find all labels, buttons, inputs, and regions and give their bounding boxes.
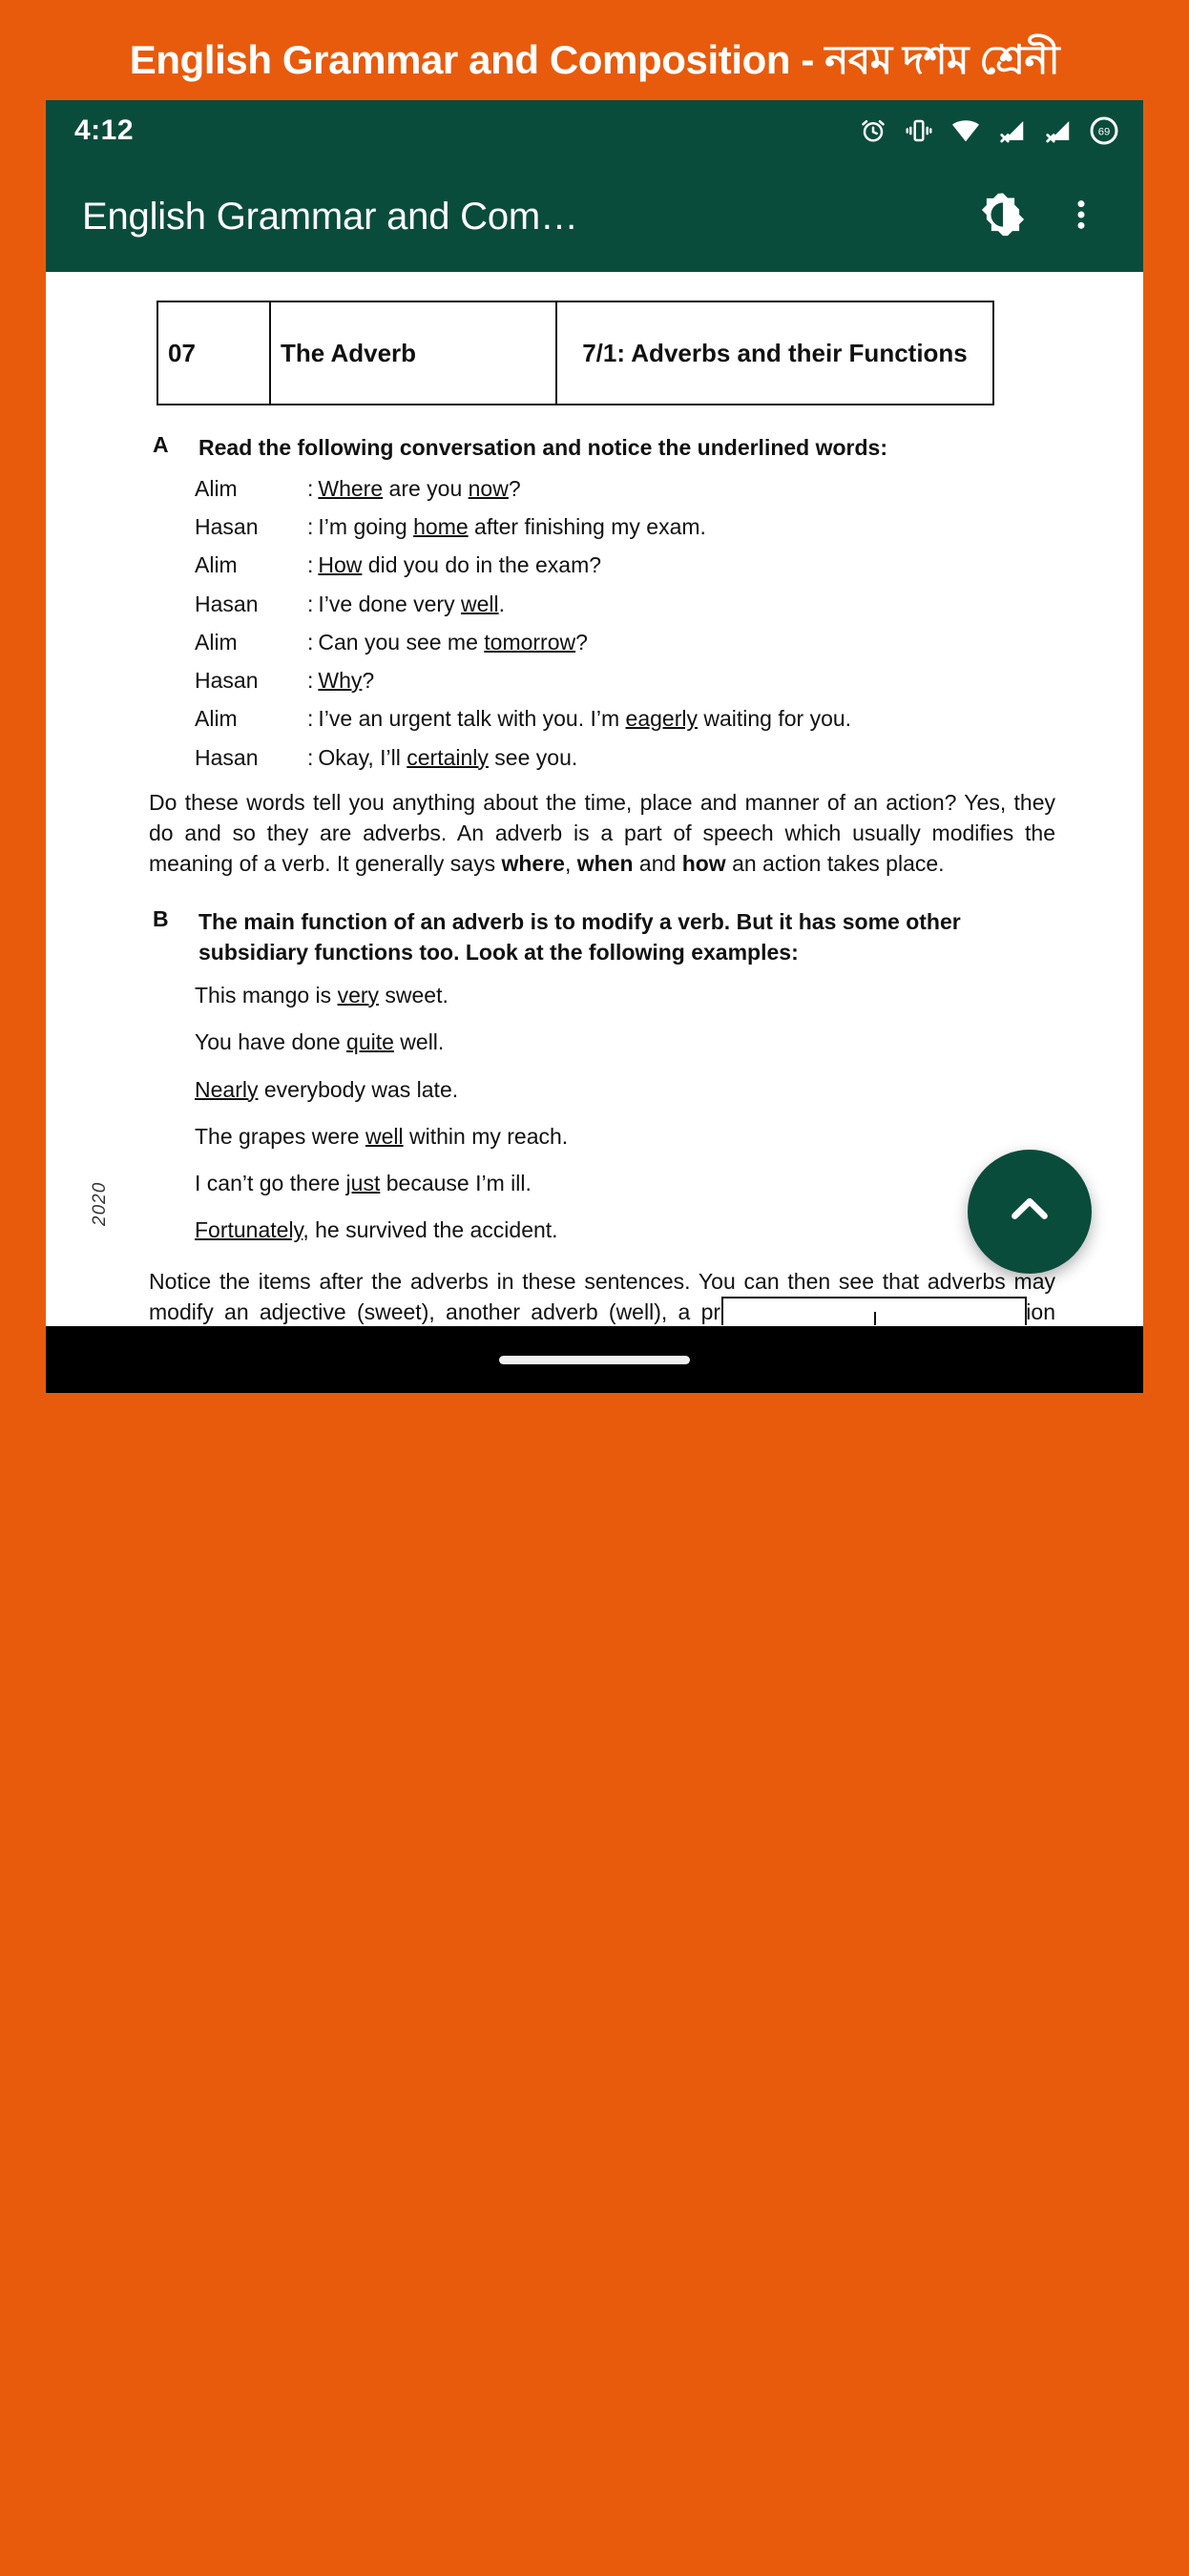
utterance-text: : How did you do in the exam? [307, 552, 602, 578]
lesson-number-cell: 07 [156, 301, 271, 405]
lesson-topic-cell: 7/1: Adverbs and their Functions [555, 301, 994, 405]
app-bar-title: English Grammar and Com… [82, 195, 578, 238]
speaker-name: Alim [195, 706, 238, 732]
example-sentence: Nearly everybody was late. [195, 1076, 459, 1102]
speaker-name: Hasan [195, 591, 259, 616]
screenshot-root: English Grammar and Composition - নবম দশ… [0, 0, 1189, 2576]
brightness-button[interactable] [964, 177, 1042, 256]
section-a-paragraph: Do these words tell you anything about t… [149, 790, 1055, 877]
utterance-text: : Where are you now? [307, 475, 521, 501]
utterance-text: : Can you see me tomorrow? [307, 629, 588, 654]
status-clock: 4:12 [74, 114, 135, 146]
next-table-stub [721, 1297, 1027, 1325]
document-viewer[interactable]: 2020 07 The Adverb 7/1: Adverbs and thei… [46, 272, 1143, 1325]
example-sentence: You have done quite well. [195, 1029, 445, 1055]
utterance-text: : Why? [307, 668, 375, 694]
example-sentence: I can’t go there just because I’m ill. [195, 1171, 532, 1196]
utterance-text: : Okay, I’ll certainly see you. [307, 744, 578, 770]
signal-1-no-sim-icon [998, 116, 1027, 145]
signal-2-no-sim-icon [1044, 116, 1073, 145]
brightness-icon [978, 190, 1028, 244]
promo-title: English Grammar and Composition - নবম দশ… [129, 37, 1060, 82]
conversation-row: Alim : Can you see me tomorrow? [195, 629, 1055, 654]
conversation-row: Alim : I’ve an urgent talk with you. I’m e… [195, 706, 1055, 732]
vibrate-icon [905, 116, 933, 145]
utterance-text: : I’ve an urgent talk with you. I’m eager… [307, 706, 852, 732]
conversation-row: Hasan : Okay, I’ll certainly see you. [195, 744, 1055, 770]
phone-screen: 4:12 69 English Grammar and Com… 2020 07… [46, 100, 1143, 1393]
home-gesture-pill[interactable] [499, 1355, 690, 1364]
system-navigation-bar [46, 1326, 1143, 1393]
alarm-icon [859, 116, 887, 145]
conversation-row: Hasan : I’ve done very well. [195, 592, 1055, 616]
speaker-name: Alim [195, 629, 238, 654]
section-a-letter: A [153, 432, 169, 457]
overflow-menu-button[interactable] [1042, 177, 1120, 256]
speaker-name: Alim [195, 475, 238, 501]
scroll-to-top-button[interactable] [968, 1150, 1092, 1274]
speaker-name: Hasan [195, 744, 259, 770]
section-b-letter: B [153, 905, 169, 931]
conversation-row: Alim : How did you do in the exam? [195, 552, 1055, 578]
example-sentence: This mango is very sweet. [195, 982, 448, 1008]
battery-icon: 69 [1090, 116, 1118, 145]
chevron-up-icon [1000, 1180, 1059, 1244]
section-b-instruction: The main function of an adverb is to mod… [198, 908, 961, 966]
conversation-row: Hasan : Why? [195, 668, 1055, 694]
example-list: This mango is very sweet. You have done q… [149, 982, 1055, 1243]
lesson-name-cell: The Adverb [269, 301, 557, 405]
document-page: 07 The Adverb 7/1: Adverbs and their Fun… [46, 301, 1143, 1325]
speaker-name: Hasan [195, 668, 259, 694]
lesson-header-table: 07 The Adverb 7/1: Adverbs and their Fun… [156, 301, 994, 405]
section-a-instruction: Read the following conversation and noti… [198, 435, 888, 460]
section-a: A Read the following conversation and no… [149, 432, 1055, 464]
example-sentence: The grapes were well within my reach. [195, 1123, 569, 1149]
conversation-row: Hasan : I’m going home after finishing my … [195, 513, 1055, 539]
utterance-text: : I’m going home after finishing my exam. [307, 513, 706, 539]
conversation-row: Alim : Where are you now? [195, 475, 1055, 501]
status-icon-group: 69 [859, 115, 1118, 146]
table-row: 07 The Adverb 7/1: Adverbs and their Fun… [156, 301, 994, 405]
example-sentence: Fortunately, he survived the accident. [195, 1217, 558, 1243]
utterance-text: : I’ve done very well. [307, 591, 505, 616]
speaker-name: Hasan [195, 513, 259, 539]
conversation-list: Alim : Where are you now? Hasan : I’m going h… [149, 475, 1055, 770]
wifi-icon [950, 115, 981, 146]
more-vertical-icon [1062, 196, 1100, 239]
speaker-name: Alim [195, 552, 238, 578]
status-bar: 4:12 69 [46, 100, 1143, 161]
svg-text:69: 69 [1098, 126, 1111, 137]
app-bar: English Grammar and Com… [46, 161, 1143, 272]
section-b: B The main function of an adverb is to m… [149, 906, 1055, 968]
